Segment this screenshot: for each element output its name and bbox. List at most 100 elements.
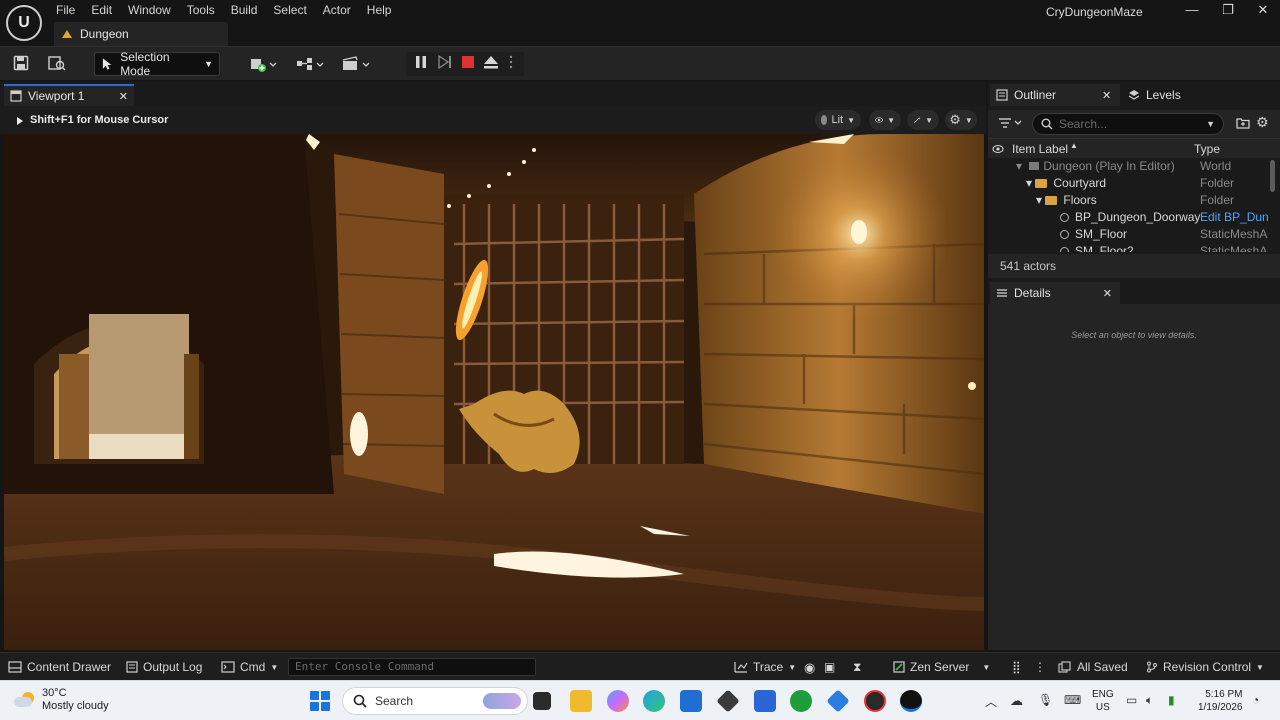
title-bar: U File Edit Window Tools Build Select Ac… [0,0,1280,46]
cmd-dropdown[interactable]: Cmd ▼ [221,660,278,674]
tree-row[interactable]: SM_Floor2 StaticMeshActor [988,243,1268,252]
trace-dropdown[interactable]: Trace ▼ [734,660,796,674]
game-viewport[interactable] [4,134,984,650]
zen-server-dropdown[interactable]: Zen Server ▼ [893,660,990,674]
more-vertical-icon[interactable]: ⋮ [1034,660,1046,674]
eject-icon[interactable] [482,55,500,73]
zen-server-icon [893,661,905,673]
close-tab-icon[interactable]: ✕ [1102,89,1111,102]
search-placeholder: Search... [1059,117,1108,131]
derived-data-icon[interactable]: ⣿ [1012,660,1021,674]
minimize-button[interactable]: — [1180,2,1204,20]
filter-icon[interactable] [998,116,1024,133]
record-icon[interactable]: ◉ [804,660,815,676]
close-tab-icon[interactable]: ✕ [119,90,128,103]
screenshot-icon[interactable]: ▣ [824,660,835,674]
sort-ascending-icon: ▲ [1070,141,1078,150]
menu-file[interactable]: File [48,2,83,20]
windows-taskbar: 30°C Mostly cloudy Search ︿ ☁ 🎙︎ ⌨ ENG U… [0,680,1280,720]
keyboard-icon[interactable]: ⌨ [1064,693,1081,707]
blueprint-icon[interactable] [296,55,326,73]
weather-widget[interactable]: 30°C Mostly cloudy [14,687,109,713]
outliner-search-input[interactable]: Search... ▼ [1032,113,1224,135]
revision-control-dropdown[interactable]: Revision Control ▼ [1146,660,1264,674]
cinematics-icon[interactable] [342,55,372,73]
menu-window[interactable]: Window [120,2,179,20]
outliner-search-row: Search... ▼ ⚙ [988,110,1280,138]
levels-icon [1128,90,1140,100]
outliner-tab[interactable]: Outliner ✕ [990,84,1120,106]
tree-row[interactable]: ▾ Courtyard Folder [988,175,1268,192]
copilot-icon[interactable] [607,690,629,712]
recording-app-icon[interactable] [864,690,886,712]
task-view-icon[interactable] [533,692,551,710]
tree-row[interactable]: SM_Floor StaticMeshActor [988,226,1268,243]
menu-build[interactable]: Build [223,2,266,20]
xbox-icon[interactable] [790,690,812,712]
scalability-dropdown[interactable]: ▼ [907,110,939,130]
system-clock[interactable]: 5:16 PM 1/19/2026 [1198,688,1243,714]
windows-start-icon[interactable] [310,691,330,711]
vs-code-icon[interactable] [754,690,776,712]
save-icon[interactable] [12,55,30,73]
unreal-engine-taskbar-icon[interactable] [900,690,922,712]
view-mode-dropdown[interactable]: Lit ▼ [815,110,861,130]
all-saved-indicator[interactable]: All Saved [1058,660,1128,674]
level-tab-dungeon[interactable]: Dungeon [54,22,228,46]
step-frame-icon[interactable] [436,54,454,73]
content-drawer-button[interactable]: Content Drawer [8,660,111,674]
unreal-logo-icon[interactable]: U [6,5,42,41]
menu-actor[interactable]: Actor [315,2,359,20]
language-indicator[interactable]: ENG US [1092,688,1114,714]
details-tab[interactable]: Details ✕ [990,282,1120,304]
microphone-icon[interactable]: 🎙︎ [1038,693,1053,707]
menu-tools[interactable]: Tools [179,2,223,20]
browse-level-icon[interactable] [48,55,66,73]
settings-gear-icon[interactable]: ⚙ [1256,114,1269,131]
visibility-eye-icon[interactable] [992,144,1004,154]
menu-select[interactable]: Select [265,2,314,20]
restore-button[interactable]: ❐ [1216,2,1240,20]
network-icon[interactable]: ▭ [1126,693,1137,707]
taskbar-search[interactable]: Search [342,687,528,715]
console-command-input[interactable]: Enter Console Command [288,658,536,676]
close-window-button[interactable]: ✕ [1251,2,1275,20]
tree-row[interactable]: ▾ Floors Folder [988,192,1268,209]
cloud-icon[interactable]: ☁ [1010,693,1023,709]
gear-icon: ⚙ [949,112,961,127]
visual-studio-icon[interactable] [826,689,850,713]
file-explorer-icon[interactable] [570,690,592,712]
more-options-icon[interactable] [506,55,516,73]
levels-tab[interactable]: Levels [1122,84,1181,106]
battery-icon[interactable]: ▮ [1168,693,1175,707]
tree-row[interactable]: BP_Dungeon_Doorway Edit BP_Dungeon_Doorw… [988,209,1268,226]
item-label-column[interactable]: Item Label [1012,142,1068,156]
menu-edit[interactable]: Edit [83,2,120,20]
notifications-icon[interactable]: ◔ [1252,693,1259,707]
show-hidden-icons[interactable]: ︿ [985,693,997,710]
add-folder-icon[interactable] [1236,116,1250,133]
pause-icon[interactable] [412,55,430,73]
cursor-icon [102,58,112,70]
viewport-settings-dropdown[interactable]: ⚙ ▼ [945,110,977,130]
microsoft-store-icon[interactable] [680,690,702,712]
menu-help[interactable]: Help [359,2,400,20]
speaker-icon[interactable]: 🔈︎ [1146,693,1153,708]
stop-icon[interactable] [459,55,477,73]
outliner-scrollbar[interactable] [1270,160,1275,192]
show-flags-dropdown[interactable]: ▼ [869,110,901,130]
viewport-tab[interactable]: Viewport 1 ✕ [4,84,134,106]
epic-app-icon[interactable] [716,689,740,713]
saved-files-icon [1058,661,1071,673]
world-icon [1029,162,1040,170]
add-actor-icon[interactable] [250,55,280,73]
close-tab-icon[interactable]: ✕ [1103,287,1112,300]
chevron-down-icon: ▼ [1206,119,1215,129]
edit-blueprint-link[interactable]: Edit BP_Dungeon_Doorway [1200,209,1268,226]
hourglass-icon[interactable]: ⧗ [853,660,861,675]
selection-mode-dropdown[interactable]: Selection Mode ▼ [94,50,220,78]
output-log-button[interactable]: Output Log [126,660,202,674]
edge-browser-icon[interactable] [643,690,665,712]
type-column[interactable]: Type [1194,142,1220,156]
tree-row[interactable]: ▾ Dungeon (Play In Editor) World [988,158,1268,175]
